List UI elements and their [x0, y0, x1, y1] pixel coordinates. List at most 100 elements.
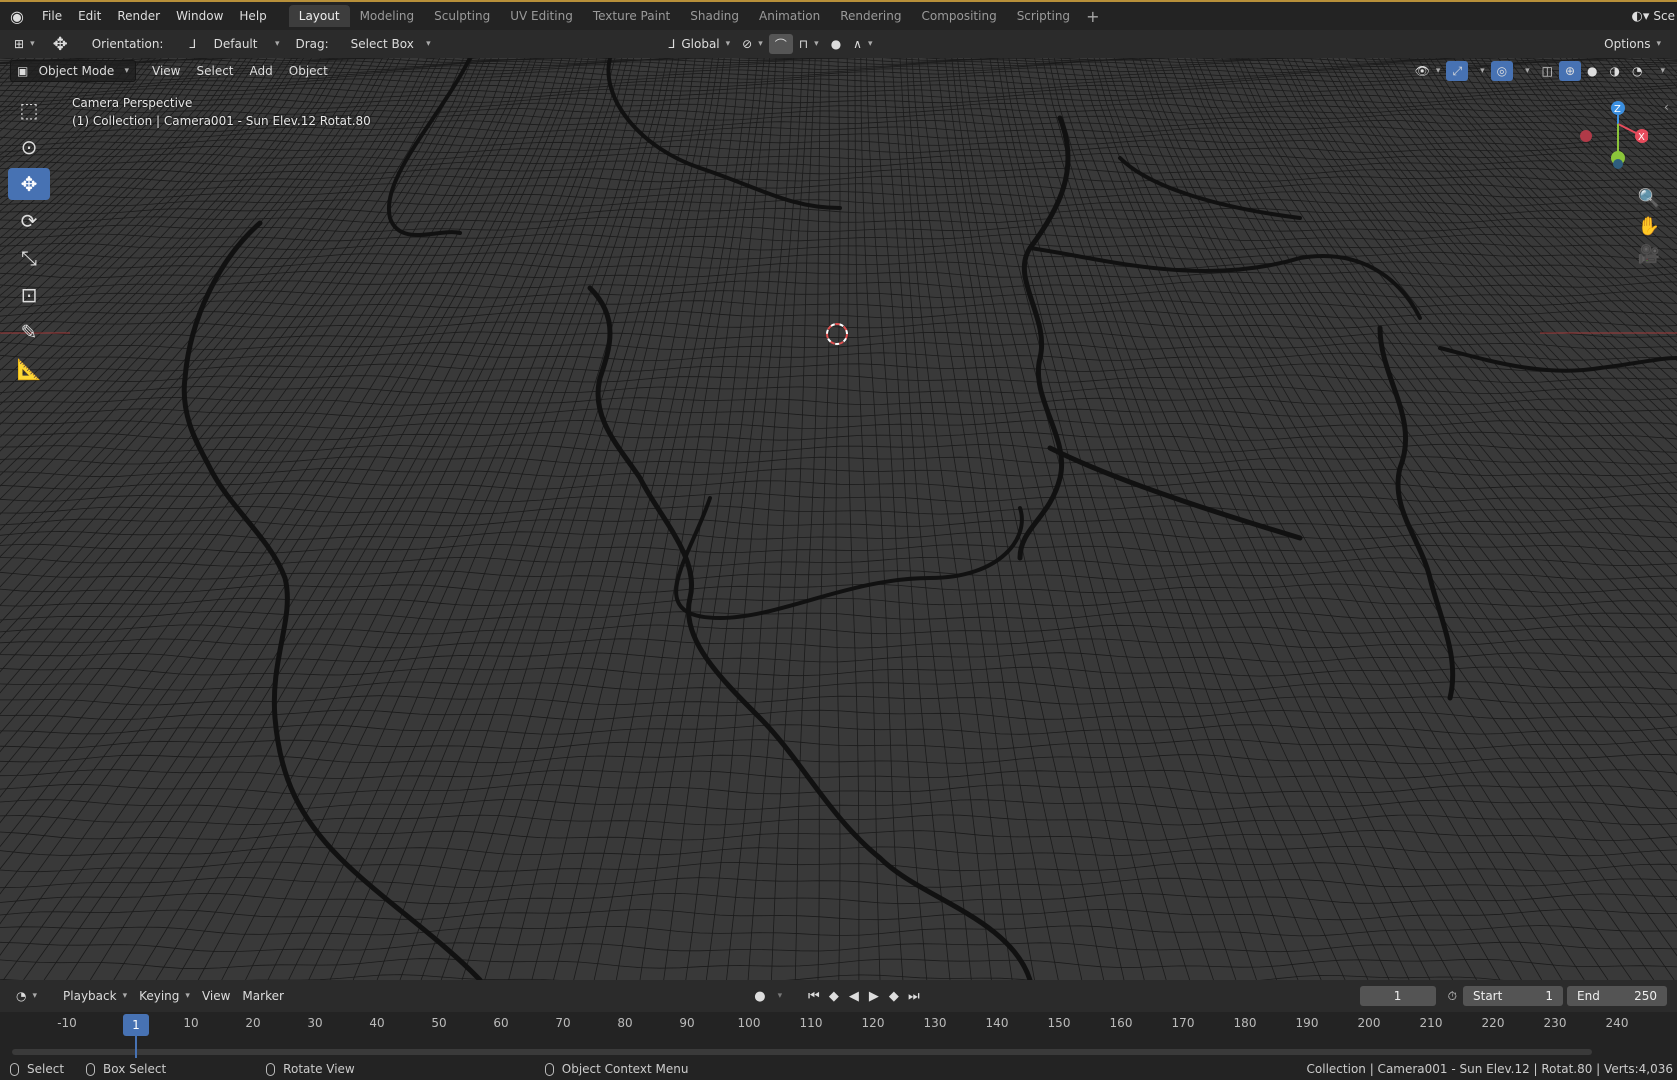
next-keyframe-icon[interactable]: ◆ — [884, 989, 904, 1004]
snap-increment-icon[interactable]: ⊓ ▾ — [793, 34, 825, 54]
timeline-scrollbar[interactable] — [12, 1049, 1592, 1055]
timeline-tick-label: 220 — [1481, 1016, 1505, 1030]
proportional-edit-icon[interactable]: ● — [825, 34, 847, 54]
timeline-tick-label: 140 — [985, 1016, 1009, 1030]
timeline-tick-label: 100 — [737, 1016, 761, 1030]
shading-dropdown-icon[interactable]: ▾ — [1648, 61, 1671, 81]
start-label: Start — [1473, 989, 1503, 1003]
chevron-down-icon: ▾ — [185, 991, 190, 1001]
orientation-dropdown[interactable]: ⅃ Default ▾ — [183, 34, 285, 54]
editor-type-icon[interactable]: ⊞ ▾ — [8, 34, 41, 54]
timeline-header: ◔ ▾ Playback ▾ Keying ▾ View Marker ● ▾ ⏮ ◆… — [0, 980, 1677, 1012]
record-dropdown-icon[interactable]: ▾ — [770, 991, 790, 1001]
timeline-area[interactable]: -10 10 20 30 40 50 60 70 80 90 100 110 120 130 140 150 1… — [0, 1012, 1677, 1058]
record-icon[interactable]: ● — [750, 989, 770, 1004]
move-tool-button-icon[interactable]: ✥ — [8, 168, 50, 200]
keying-dropdown[interactable]: Keying ▾ — [133, 986, 196, 1006]
current-frame-field[interactable]: 1 — [1359, 986, 1436, 1006]
cursor-tool-icon[interactable]: ⊙ — [8, 131, 50, 163]
timeline-menu-marker[interactable]: Marker — [236, 986, 289, 1006]
mouse-right-icon — [544, 1062, 554, 1076]
gizmo-toggle-icon[interactable]: ⤢ — [1446, 61, 1469, 81]
viewport-header: ▣ Object Mode ▾ View Select Add Object 👁… — [0, 58, 1677, 84]
annotate-tool-icon[interactable]: ✎ — [8, 316, 50, 348]
start-frame-field[interactable]: Start 1 — [1463, 986, 1563, 1006]
scale-tool-icon[interactable]: ⤡ — [8, 242, 50, 274]
rotate-tool-icon[interactable]: ⟳ — [8, 205, 50, 237]
tab-shading[interactable]: Shading — [680, 5, 749, 27]
tab-sculpting[interactable]: Sculpting — [424, 5, 500, 27]
wireframe-shading-icon[interactable]: ⊕ — [1558, 61, 1582, 81]
transform-tool-icon[interactable]: ⊡ — [8, 279, 50, 311]
xray-toggle-icon[interactable]: ◫ — [1536, 61, 1559, 81]
blender-logo-icon[interactable]: ◉ — [0, 7, 34, 26]
menu-window[interactable]: Window — [168, 2, 231, 30]
stopwatch-icon[interactable]: ⏱ — [1442, 986, 1463, 1006]
viewport-menu-view[interactable]: View — [144, 64, 188, 78]
tab-texture-paint[interactable]: Texture Paint — [583, 5, 680, 27]
tab-compositing[interactable]: Compositing — [911, 5, 1006, 27]
jump-start-icon[interactable]: ⏮ — [804, 989, 824, 1004]
menu-file[interactable]: File — [34, 2, 70, 30]
timeline-tick-label: 130 — [923, 1016, 947, 1030]
camera-view-icon[interactable]: 🎥 — [1635, 240, 1663, 268]
tab-uv-editing[interactable]: UV Editing — [500, 5, 583, 27]
measure-tool-icon[interactable]: 📐 — [8, 353, 50, 385]
menu-render[interactable]: Render — [109, 2, 168, 30]
timeline-tick-label: 240 — [1605, 1016, 1629, 1030]
tool-shelf: ⬚ ⊙ ✥ ⟳ ⤡ ⊡ ✎ 📐 — [8, 94, 54, 390]
mode-dropdown[interactable]: ▣ Object Mode ▾ — [10, 60, 136, 82]
playback-dropdown[interactable]: Playback ▾ — [57, 986, 133, 1006]
end-frame-field[interactable]: End 250 — [1567, 986, 1667, 1006]
playback-label: Playback — [63, 989, 117, 1003]
status-rotate-view: Rotate View — [283, 1062, 355, 1076]
status-bar: Select Box Select Rotate View Object Con… — [0, 1058, 1677, 1080]
pivot-point-icon[interactable]: ⊘ ▾ — [736, 34, 769, 54]
drag-dropdown[interactable]: Select Box ▾ — [345, 34, 437, 54]
overlays-dropdown-icon[interactable]: ▾ — [1513, 61, 1536, 81]
options-dropdown[interactable]: Options ▾ — [1598, 34, 1667, 54]
material-shading-icon[interactable]: ◑ — [1604, 61, 1626, 81]
pan-hand-icon[interactable]: ✋ — [1635, 212, 1663, 240]
snap-magnet-icon[interactable]: ⌒ — [768, 34, 793, 54]
viewport-menu-object[interactable]: Object — [281, 64, 336, 78]
scene-selector-icon[interactable]: ◐▾ — [1632, 9, 1650, 24]
current-frame-marker[interactable]: 1 — [123, 1014, 149, 1036]
transform-orientation-dropdown[interactable]: ⅃ Global ▾ — [663, 34, 737, 54]
timeline-tick-label: 230 — [1543, 1016, 1567, 1030]
viewport-menu-add[interactable]: Add — [242, 64, 281, 78]
terrain-grid — [0, 58, 1677, 980]
tab-rendering[interactable]: Rendering — [830, 5, 911, 27]
tab-animation[interactable]: Animation — [749, 5, 830, 27]
navigation-gizmo[interactable]: Z X — [1568, 98, 1649, 178]
overlays-icon[interactable]: ◎ — [1490, 61, 1514, 81]
add-workspace-plus-icon[interactable]: + — [1080, 7, 1105, 26]
tab-scripting[interactable]: Scripting — [1007, 5, 1080, 27]
sidebar-toggle-icon[interactable]: ‹ — [1664, 100, 1669, 114]
solid-shading-icon[interactable]: ● — [1581, 61, 1603, 81]
rendered-shading-icon[interactable]: ◔ — [1626, 61, 1648, 81]
move-tool-icon: ✥ — [52, 33, 68, 55]
menu-edit[interactable]: Edit — [70, 2, 109, 30]
prev-keyframe-icon[interactable]: ◆ — [824, 989, 844, 1004]
menu-help[interactable]: Help — [231, 2, 274, 30]
play-icon[interactable]: ▶ — [864, 989, 884, 1004]
tab-layout[interactable]: Layout — [288, 5, 350, 27]
viewport-menu-select[interactable]: Select — [188, 64, 241, 78]
end-label: End — [1577, 989, 1600, 1003]
scene-name[interactable]: Sce — [1653, 9, 1675, 23]
tab-modeling[interactable]: Modeling — [350, 5, 425, 27]
visibility-eye-icon[interactable]: 👁 ▾ — [1409, 61, 1447, 81]
3d-viewport[interactable] — [0, 58, 1677, 980]
zoom-icon[interactable]: 🔍 — [1635, 184, 1663, 212]
timeline-menu-view[interactable]: View — [196, 986, 236, 1006]
timeline-editor-type-icon[interactable]: ◔ ▾ — [10, 986, 43, 1006]
jump-end-icon[interactable]: ⏭ — [904, 989, 924, 1004]
gizmo-dropdown-icon[interactable]: ▾ — [1468, 61, 1491, 81]
play-reverse-icon[interactable]: ◀ — [844, 989, 864, 1004]
falloff-curve-icon[interactable]: ∧ ▾ — [847, 34, 878, 54]
mode-value: Object Mode — [38, 64, 115, 78]
timeline-tick-label: 20 — [245, 1016, 261, 1030]
select-box-tool-icon[interactable]: ⬚ — [8, 94, 50, 126]
axis-gizmo-svg: Z X — [1580, 101, 1649, 169]
